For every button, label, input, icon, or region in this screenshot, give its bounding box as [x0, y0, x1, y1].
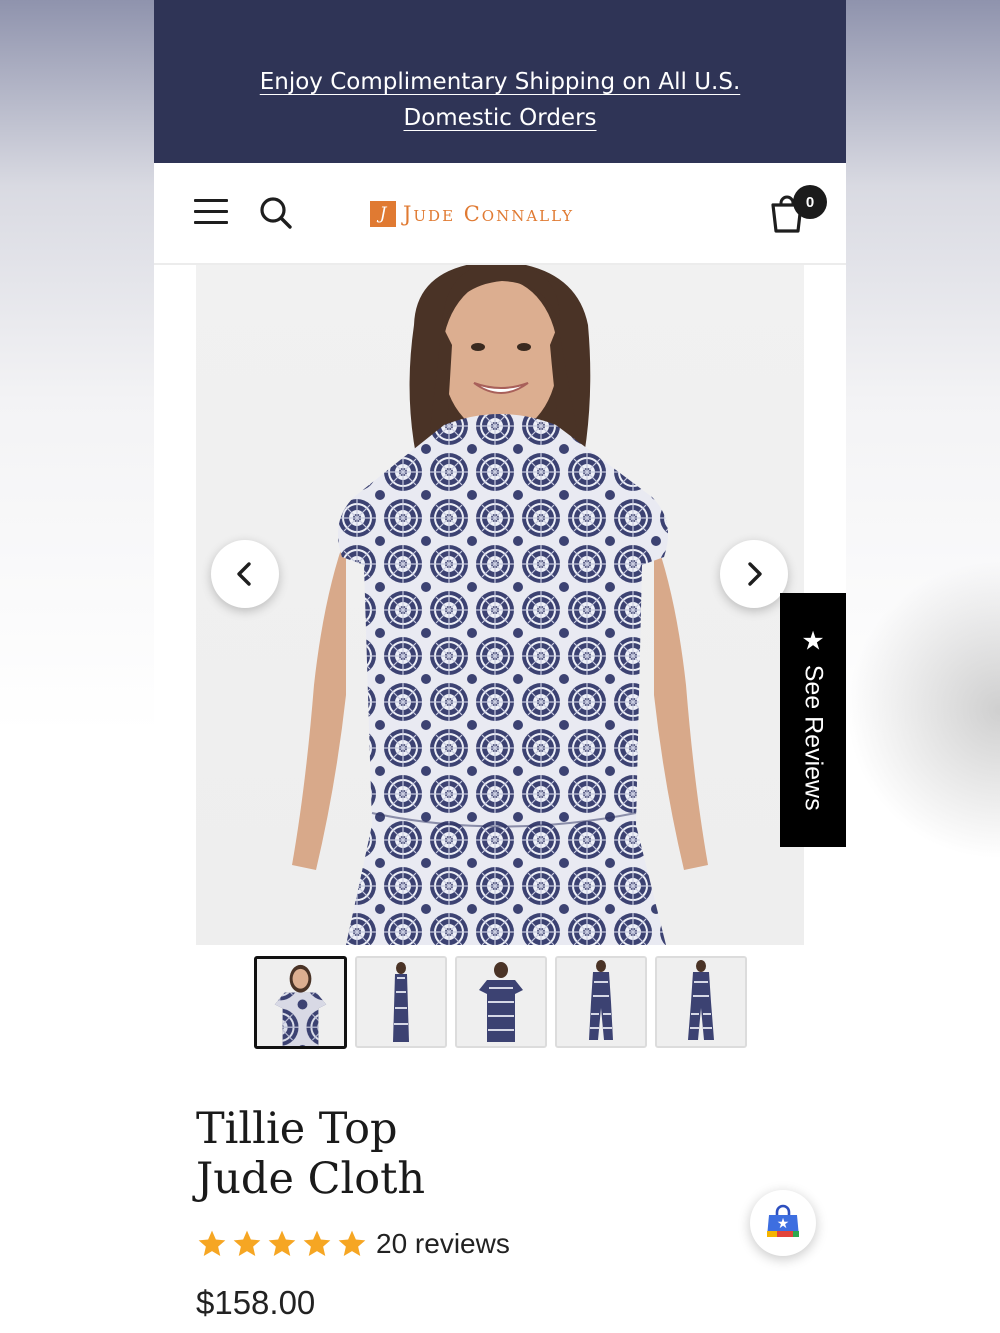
cart-count-badge: 0: [793, 185, 827, 219]
thumbnail-5[interactable]: [655, 956, 747, 1048]
review-count-link[interactable]: 20 reviews: [376, 1228, 510, 1260]
previous-image-button[interactable]: [211, 540, 279, 608]
thumbnail-strip: [254, 956, 747, 1049]
brand-name: Jude Connally: [403, 202, 575, 226]
star-icon: [233, 1230, 261, 1256]
product-rating[interactable]: 20 reviews: [196, 1228, 510, 1260]
brand-logo[interactable]: J Jude Connally: [370, 200, 574, 228]
announcement-line-2: Domestic Orders: [403, 105, 597, 131]
announcement-bar[interactable]: Enjoy Complimentary Shipping on All U.S.…: [154, 0, 846, 163]
cart-button[interactable]: 0: [768, 185, 830, 235]
thumbnail-2[interactable]: [355, 956, 447, 1048]
next-image-button[interactable]: [720, 540, 788, 608]
product-photo: [292, 265, 708, 945]
search-icon[interactable]: [258, 195, 294, 231]
product-price: $158.00: [196, 1284, 316, 1321]
star-icon: [303, 1230, 331, 1256]
background-shadow: [846, 560, 1000, 860]
mobile-page: Enjoy Complimentary Shipping on All U.S.…: [154, 0, 846, 1333]
thumbnail-4[interactable]: [555, 956, 647, 1048]
svg-text:★: ★: [777, 1216, 790, 1232]
see-reviews-label: See Reviews: [799, 664, 828, 811]
shopping-bag-icon: ★: [767, 1204, 799, 1237]
star-icon: ★: [801, 625, 825, 656]
announcement-line-1: Enjoy Complimentary Shipping on All U.S.: [259, 69, 741, 95]
announcement-link[interactable]: Enjoy Complimentary Shipping on All U.S.…: [250, 64, 750, 136]
thumbnail-3[interactable]: [455, 956, 547, 1048]
product-image[interactable]: [196, 265, 804, 945]
product-title-line-2: Jude Cloth: [196, 1154, 426, 1204]
star-rating: [196, 1228, 368, 1260]
star-icon: [198, 1230, 226, 1256]
chevron-left-icon: [237, 562, 251, 586]
chevron-right-icon: [748, 562, 762, 586]
product-title-line-1: Tillie Top: [196, 1104, 398, 1154]
site-header: J Jude Connally 0: [154, 163, 846, 265]
thumbnail-1[interactable]: [254, 956, 347, 1049]
brand-logo-mark: J: [370, 201, 396, 227]
shopping-bag-button[interactable]: ★: [750, 1190, 816, 1256]
star-icon: [268, 1230, 296, 1256]
see-reviews-tab[interactable]: ★ See Reviews: [780, 593, 846, 847]
hamburger-menu-icon[interactable]: [194, 199, 228, 227]
product-title: Tillie Top Jude Cloth: [196, 1104, 425, 1204]
star-icon: [338, 1230, 366, 1256]
